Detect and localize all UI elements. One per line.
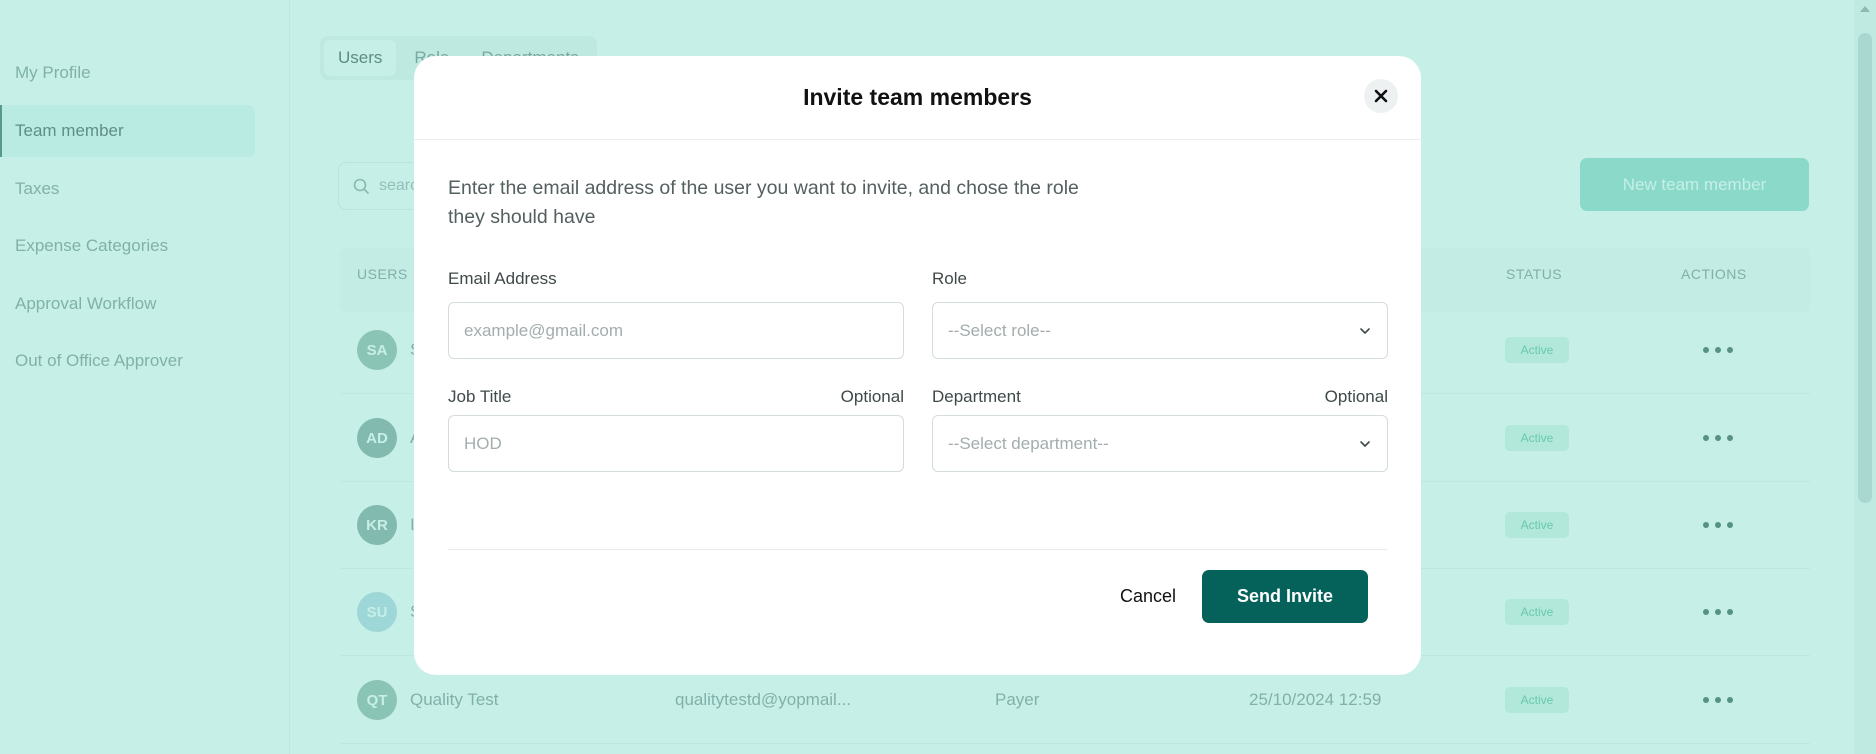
- department-label: Department: [932, 387, 1021, 406]
- send-invite-button[interactable]: Send Invite: [1202, 570, 1368, 623]
- chevron-down-icon: [1360, 440, 1370, 447]
- invite-modal: Invite team members Enter the email addr…: [414, 56, 1421, 675]
- email-label: Email Address: [448, 269, 557, 288]
- department-select-value: --Select department--: [948, 433, 1109, 453]
- email-field[interactable]: [448, 302, 904, 359]
- job-title-field[interactable]: [448, 415, 904, 472]
- role-select-value: --Select role--: [948, 320, 1051, 340]
- footer-divider: [448, 549, 1387, 550]
- role-label: Role: [932, 269, 967, 288]
- chevron-down-icon: [1360, 327, 1370, 334]
- job-title-label: Job Title: [448, 387, 512, 406]
- department-select[interactable]: --Select department--: [932, 415, 1388, 472]
- job-title-optional: Optional: [840, 387, 904, 406]
- cancel-button[interactable]: Cancel: [1084, 570, 1212, 622]
- close-icon: [1374, 89, 1388, 103]
- close-button[interactable]: [1364, 79, 1398, 113]
- role-select[interactable]: --Select role--: [932, 302, 1388, 359]
- modal-header: Invite team members: [414, 56, 1421, 140]
- modal-title: Invite team members: [803, 84, 1032, 110]
- department-optional: Optional: [1324, 387, 1388, 406]
- modal-description: Enter the email address of the user you …: [448, 177, 1079, 228]
